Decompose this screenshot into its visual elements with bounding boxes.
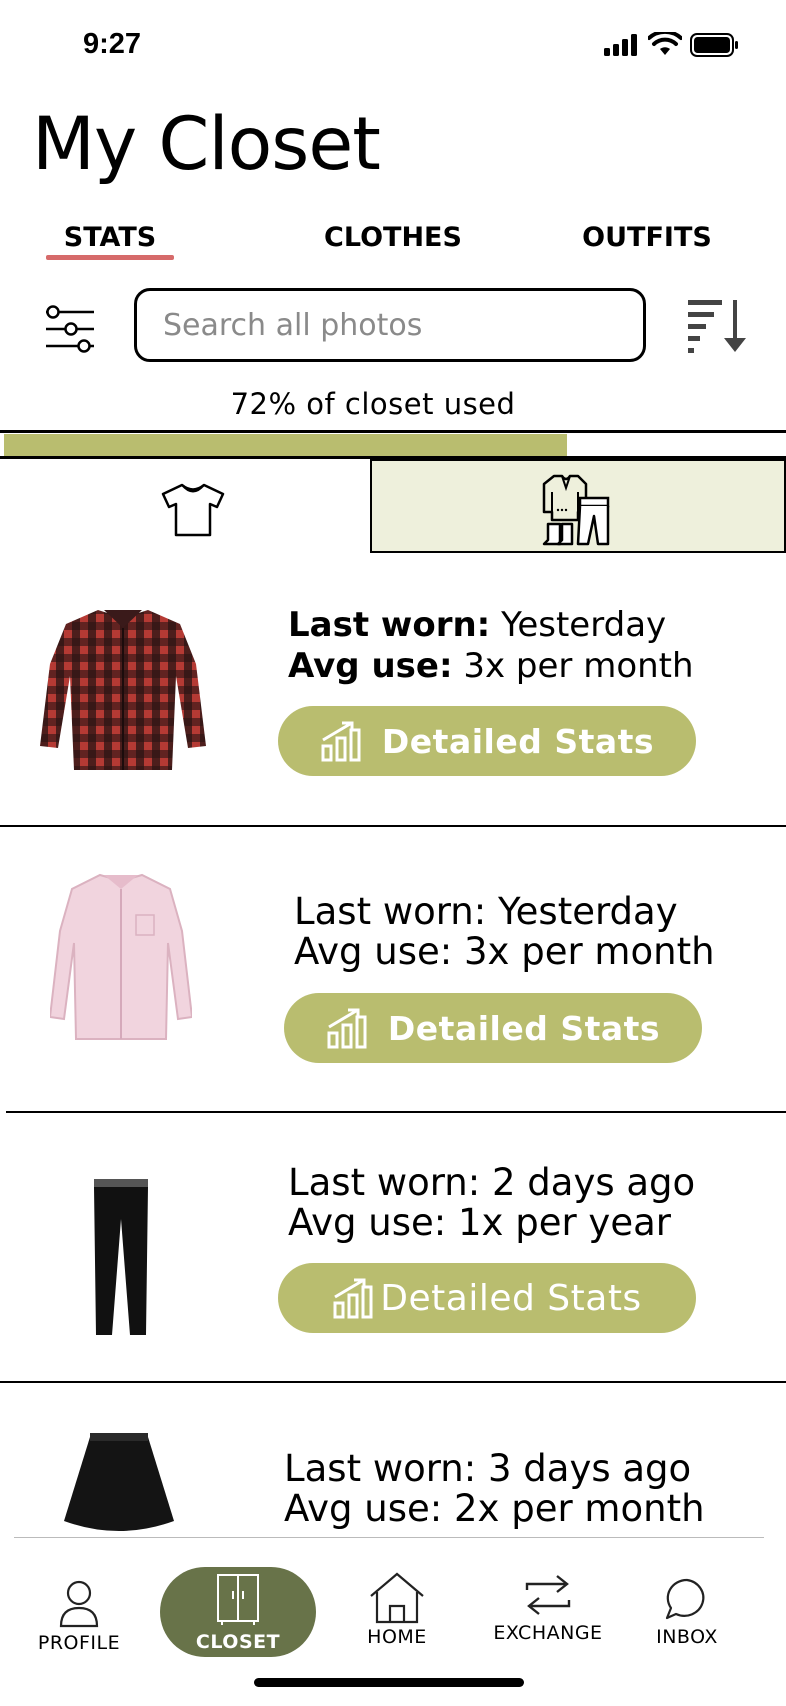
red-flannel-shirt-image [40, 610, 206, 770]
clothing-item[interactable]: Last worn: Yesterday Avg use: 3x per mon… [0, 560, 786, 825]
avg-use-value: 1x per year [458, 1201, 671, 1244]
bottom-nav-divider [14, 1537, 764, 1538]
active-tab-indicator [46, 255, 174, 260]
tshirt-icon [161, 483, 225, 537]
avg-use-label: Avg use: [284, 1487, 443, 1530]
exchange-icon [525, 1575, 571, 1615]
avg-use-label: Avg use: [288, 646, 453, 686]
nav-profile[interactable]: PROFILE [24, 1572, 134, 1654]
detailed-stats-label: Detailed Stats [387, 1008, 661, 1048]
detailed-stats-label: Detailed Stats [381, 721, 655, 761]
clothing-item[interactable]: Last worn: Yesterday Avg use: 3x per mon… [0, 827, 786, 1111]
last-worn-value: 3 days ago [487, 1447, 692, 1490]
pink-dress-shirt-image [50, 873, 192, 1040]
closet-usage-bar [4, 434, 786, 456]
nav-closet[interactable]: CLOSET [160, 1567, 316, 1657]
avg-use-label: Avg use: [288, 1201, 447, 1244]
detailed-stats-button[interactable]: Detailed Stats [278, 706, 696, 776]
black-skirt-image [64, 1433, 174, 1531]
last-worn-label: Last worn: [288, 605, 491, 645]
tab-stats[interactable]: STATS [46, 222, 174, 253]
clothing-item[interactable]: Last worn: 3 days ago Avg use: 2x per mo… [0, 1383, 786, 1537]
home-indicator [254, 1678, 524, 1687]
nav-exchange-label: EXCHANGE [493, 1622, 603, 1644]
last-worn-label: Last worn: [288, 1161, 481, 1204]
nav-exchange[interactable]: EXCHANGE [486, 1572, 610, 1644]
usage-bar-border-top [0, 430, 786, 433]
avg-use-value: 3x per month [463, 646, 694, 686]
outfit-icon [542, 474, 610, 546]
last-worn-value: 2 days ago [491, 1161, 696, 1204]
bar-chart-growth-icon [327, 1008, 367, 1049]
page-title: My Closet [32, 102, 381, 187]
item-stats: Last worn: 2 days ago Avg use: 1x per ye… [288, 1163, 695, 1243]
item-stats: Last worn: 3 days ago Avg use: 2x per mo… [284, 1449, 705, 1529]
battery-icon [690, 33, 738, 57]
status-time: 9:27 [83, 28, 142, 60]
tab-clothes[interactable]: CLOTHES [308, 222, 478, 253]
nav-inbox-label: INBOX [656, 1626, 718, 1648]
house-icon [370, 1572, 424, 1624]
avg-use-label: Avg use: [294, 930, 453, 973]
filter-sliders-icon[interactable] [44, 302, 96, 356]
avg-use-value: 3x per month [464, 930, 715, 973]
item-stats: Last worn: Yesterday Avg use: 3x per mon… [288, 605, 694, 687]
wifi-icon [648, 32, 682, 55]
last-worn-label: Last worn: [294, 890, 487, 933]
bar-chart-growth-icon [333, 1278, 373, 1319]
nav-inbox[interactable]: INBOX [632, 1572, 742, 1648]
person-icon [59, 1580, 99, 1628]
detailed-stats-label: Detailed Stats [380, 1277, 642, 1319]
tab-outfits[interactable]: OUTFITS [574, 222, 720, 253]
last-worn-value: Yesterday [501, 605, 667, 645]
avg-use-value: 2x per month [454, 1487, 705, 1530]
clothing-item[interactable]: Last worn: 2 days ago Avg use: 1x per ye… [0, 1113, 786, 1381]
chat-bubble-icon [665, 1578, 705, 1620]
closet-usage-fill [4, 434, 568, 456]
search-box[interactable] [134, 288, 646, 362]
detailed-stats-button[interactable]: Detailed Stats [278, 1263, 696, 1333]
search-input[interactable] [161, 306, 625, 344]
item-stats: Last worn: Yesterday Avg use: 3x per mon… [294, 892, 715, 972]
last-worn-value: Yesterday [497, 890, 678, 933]
closet-usage-label: 72% of closet used [230, 387, 516, 421]
nav-closet-label: CLOSET [195, 1631, 281, 1653]
black-pants-image [94, 1179, 148, 1335]
detailed-stats-button[interactable]: Detailed Stats [284, 993, 702, 1063]
sort-descending-icon[interactable] [686, 296, 748, 356]
wardrobe-icon [217, 1574, 259, 1625]
nav-home[interactable]: HOME [342, 1572, 452, 1648]
last-worn-label: Last worn: [284, 1447, 477, 1490]
nav-home-label: HOME [367, 1626, 427, 1648]
nav-profile-label: PROFILE [37, 1632, 121, 1654]
bar-chart-growth-icon [321, 721, 361, 762]
cellular-signal-icon [604, 34, 637, 56]
